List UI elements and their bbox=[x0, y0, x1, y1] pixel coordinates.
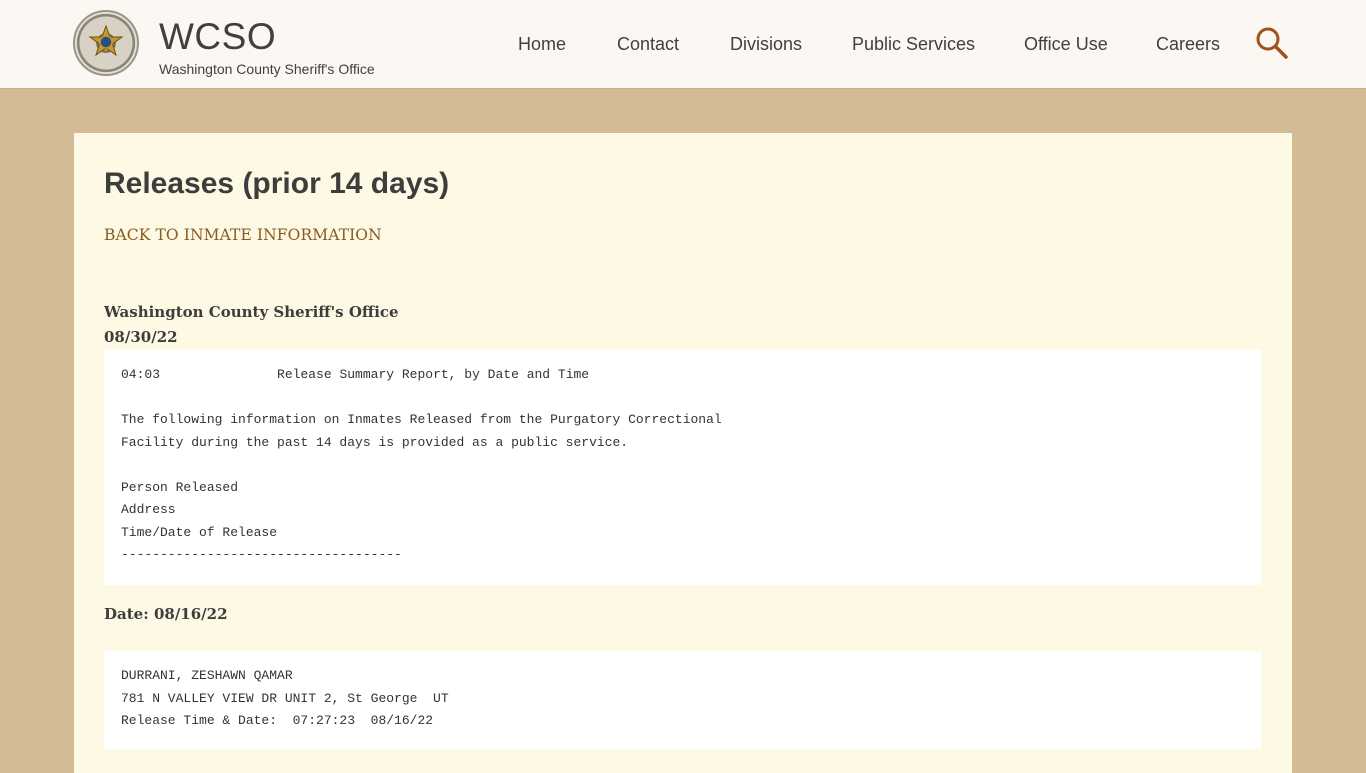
nav-home[interactable]: Home bbox=[518, 34, 566, 55]
report-title: Release Summary Report, by Date and Time bbox=[277, 367, 590, 382]
site-subtitle: Washington County Sheriff's Office bbox=[159, 61, 375, 77]
legend-person: Person Released bbox=[121, 479, 239, 495]
page-title: Releases (prior 14 days) bbox=[104, 167, 450, 200]
release-record-text: DURRANI, ZESHAWN QAMAR 781 N VALLEY VIEW… bbox=[121, 665, 1244, 733]
sheriff-badge-logo[interactable] bbox=[73, 10, 139, 76]
release-address: 781 N VALLEY VIEW DR UNIT 2, St George U… bbox=[121, 690, 449, 706]
search-icon bbox=[1256, 27, 1288, 59]
nav-office-use[interactable]: Office Use bbox=[1024, 34, 1108, 55]
report-time: 04:03 bbox=[121, 367, 161, 382]
content-panel: Releases (prior 14 days) BACK TO INMATE … bbox=[74, 133, 1292, 773]
release-name: DURRANI, ZESHAWN QAMAR bbox=[121, 668, 293, 683]
back-to-inmate-information-link[interactable]: BACK TO INMATE INFORMATION bbox=[104, 226, 382, 244]
search-button[interactable] bbox=[1255, 26, 1289, 60]
report-date: 08/30/22 bbox=[104, 328, 178, 346]
release-time-date: Release Time & Date: 07:27:23 08/16/22 bbox=[121, 713, 434, 728]
info-line-1: The following information on Inmates Rel… bbox=[121, 412, 722, 427]
report-header-text: 04:03 Release Summary Report, by Date an… bbox=[121, 364, 1244, 567]
org-name: Washington County Sheriff's Office bbox=[104, 303, 399, 321]
legend-address: Address bbox=[121, 502, 176, 517]
separator: ------------------------------------ bbox=[121, 547, 402, 562]
sheriff-star-icon bbox=[88, 24, 124, 57]
report-header-box: 04:03 Release Summary Report, by Date an… bbox=[104, 350, 1261, 585]
date-heading: Date: 08/16/22 bbox=[104, 605, 228, 623]
nav-public-services[interactable]: Public Services bbox=[852, 34, 975, 55]
nav-careers[interactable]: Careers bbox=[1156, 34, 1220, 55]
site-header: WCSO Washington County Sheriff's Office … bbox=[0, 0, 1366, 89]
release-record: DURRANI, ZESHAWN QAMAR 781 N VALLEY VIEW… bbox=[104, 651, 1261, 749]
nav-divisions[interactable]: Divisions bbox=[730, 34, 802, 55]
nav-contact[interactable]: Contact bbox=[617, 34, 679, 55]
site-title[interactable]: WCSO bbox=[159, 16, 276, 58]
info-line-2: Facility during the past 14 days is prov… bbox=[121, 434, 629, 450]
legend-time: Time/Date of Release bbox=[121, 524, 278, 540]
